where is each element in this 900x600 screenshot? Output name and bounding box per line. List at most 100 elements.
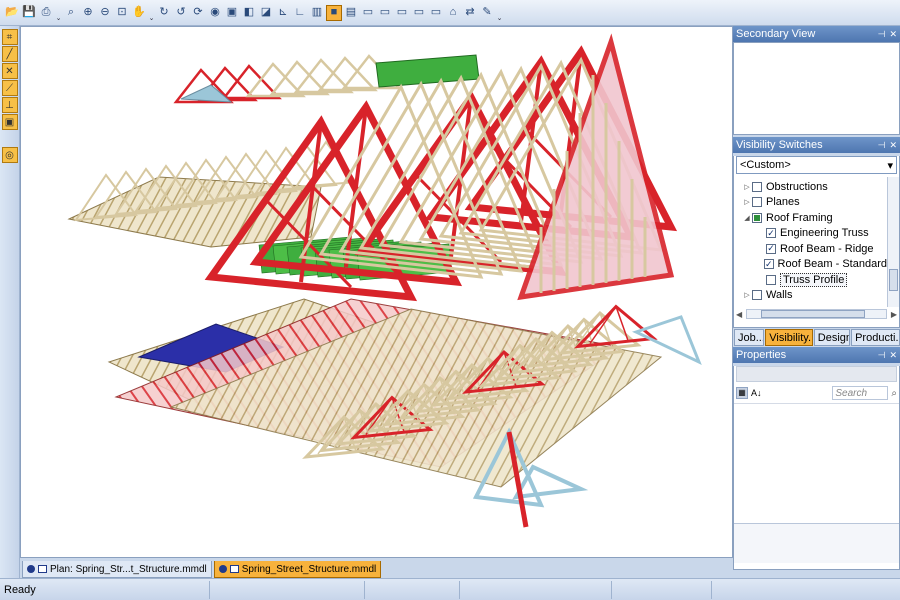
- snap-icon[interactable]: ⌗: [1, 29, 18, 45]
- note-icon[interactable]: ▭: [394, 5, 410, 21]
- truss-model-render: [67, 33, 702, 528]
- more-icon[interactable]: ⌄: [148, 4, 155, 22]
- tree-item-label: Roof Beam - Standard: [777, 258, 887, 271]
- status-cell: [365, 580, 460, 599]
- categorized-icon[interactable]: ▦: [736, 387, 748, 399]
- visibility-checkbox[interactable]: [766, 274, 776, 285]
- line-icon[interactable]: ╱: [1, 46, 18, 62]
- zoom-window-icon[interactable]: ⊡: [114, 5, 130, 21]
- tree-item[interactable]: ✓ Roof Beam - Standard: [742, 257, 887, 273]
- print-icon[interactable]: ⎙: [38, 5, 54, 21]
- tree-item[interactable]: ▷ Planes: [742, 195, 887, 211]
- visibility-preset-select[interactable]: <Custom> ▾: [736, 156, 897, 174]
- tool-strip: ⌗ ╱ ✕ ⟋ ⊥ ▣ ◎: [0, 26, 20, 578]
- properties-search-input[interactable]: Search: [832, 386, 889, 400]
- book-icon[interactable]: ▤: [343, 5, 359, 21]
- house-icon[interactable]: ⌂: [445, 5, 461, 21]
- search-icon[interactable]: ⌕: [891, 388, 897, 399]
- tree-item[interactable]: ✓ Roof Beam - Ridge: [742, 241, 887, 257]
- pin-icon[interactable]: ⊣: [878, 350, 886, 361]
- view-icon[interactable]: ◧: [241, 5, 257, 21]
- visibility-panel: <Custom> ▾ ▷ Obstructions ▷ Planes ◢ Roof Fra…: [733, 156, 900, 328]
- camera-icon[interactable]: ◉: [207, 5, 223, 21]
- visibility-checkbox[interactable]: [752, 290, 762, 301]
- rotate-icon[interactable]: ↻: [156, 5, 172, 21]
- axis-icon[interactable]: ⊾: [275, 5, 291, 21]
- paint-icon[interactable]: ✎: [479, 5, 495, 21]
- close-icon[interactable]: ✕: [889, 350, 897, 361]
- status-cell: [612, 580, 712, 599]
- tab-plan-view[interactable]: Plan: Spring_Str...t_Structure.mmdl: [22, 561, 212, 578]
- walk-icon[interactable]: ⇄: [462, 5, 478, 21]
- frame-icon[interactable]: ▣: [1, 114, 18, 130]
- close-icon[interactable]: ✕: [889, 29, 897, 40]
- close-icon[interactable]: ✕: [889, 140, 897, 151]
- wireframe-icon[interactable]: ▥: [309, 5, 325, 21]
- zoom-out-icon[interactable]: ⊖: [97, 5, 113, 21]
- visibility-checkbox[interactable]: [752, 197, 762, 208]
- tree-item[interactable]: ◢ Roof Framing: [742, 210, 887, 226]
- tree-item[interactable]: Truss Profile: [742, 272, 887, 288]
- tab-label: Plan: Spring_Str...t_Structure.mmdl: [50, 563, 207, 575]
- more-icon[interactable]: ⌄: [55, 4, 62, 22]
- property-description: [734, 523, 899, 563]
- note-icon[interactable]: ▭: [411, 5, 427, 21]
- panel-tab[interactable]: Producti...: [851, 329, 900, 346]
- zoom-in-icon[interactable]: ⊕: [80, 5, 96, 21]
- secondary-view-header: Secondary View ⊣ ✕: [733, 26, 900, 42]
- pan-icon[interactable]: ✋: [131, 5, 147, 21]
- expand-arrow-icon[interactable]: ▷: [742, 291, 752, 299]
- tree-item[interactable]: ▷ Walls: [742, 288, 887, 304]
- tree-item[interactable]: ▷ Obstructions: [742, 179, 887, 195]
- note-icon[interactable]: ▭: [428, 5, 444, 21]
- more-icon[interactable]: ⌄: [496, 4, 503, 22]
- visibility-checkbox[interactable]: ✓: [766, 243, 776, 254]
- visibility-checkbox[interactable]: [752, 181, 762, 192]
- panel-tab[interactable]: Job...: [734, 329, 765, 346]
- expand-arrow-icon[interactable]: ▷: [742, 183, 752, 191]
- open-folder-icon[interactable]: 📂: [4, 5, 20, 21]
- tab-3d-view[interactable]: Spring_Street_Structure.mmdl: [213, 561, 382, 578]
- panel-tab[interactable]: Visibility...: [765, 329, 813, 346]
- visibility-checkbox[interactable]: ✓: [766, 228, 776, 239]
- visibility-checkbox[interactable]: [752, 212, 762, 223]
- visibility-checkbox[interactable]: ✓: [764, 259, 774, 270]
- cross-icon[interactable]: ✕: [1, 63, 18, 79]
- shaded-icon[interactable]: ■: [326, 4, 342, 21]
- orbit-icon[interactable]: ⟳: [190, 5, 206, 21]
- zoom-icon[interactable]: ⌕: [63, 5, 79, 21]
- rotate-alt-icon[interactable]: ↺: [173, 5, 189, 21]
- cube-icon[interactable]: ▣: [224, 5, 240, 21]
- properties-header: Properties ⊣ ✕: [733, 347, 900, 363]
- model-icon: [229, 565, 239, 573]
- isometric-icon[interactable]: ◪: [258, 5, 274, 21]
- measure-icon[interactable]: ⟋: [1, 80, 18, 96]
- vertical-scrollbar[interactable]: [887, 177, 899, 307]
- anchor-icon[interactable]: ⊥: [1, 97, 18, 113]
- sort-icon[interactable]: A↓: [751, 388, 762, 398]
- expand-arrow-icon[interactable]: ◢: [742, 214, 752, 222]
- tape-icon[interactable]: ◎: [1, 147, 18, 163]
- scroll-right-icon[interactable]: ▶: [891, 310, 897, 319]
- tree-item-label: Engineering Truss: [780, 227, 869, 240]
- pin-icon[interactable]: ⊣: [878, 140, 886, 151]
- horizontal-scrollbar[interactable]: ◀ ▶: [734, 307, 899, 321]
- note-icon[interactable]: ▭: [360, 5, 376, 21]
- document-tabs: Plan: Spring_Str...t_Structure.mmdl Spri…: [20, 558, 733, 578]
- globe-icon: [27, 565, 35, 573]
- object-select[interactable]: [736, 366, 897, 382]
- tree-item[interactable]: ✓ Engineering Truss: [742, 226, 887, 242]
- scroll-left-icon[interactable]: ◀: [736, 310, 742, 319]
- secondary-view-area[interactable]: [733, 42, 900, 135]
- status-cell: [460, 580, 612, 599]
- visibility-header: Visibility Switches ⊣ ✕: [733, 137, 900, 153]
- tree-item-label: Walls: [766, 289, 793, 302]
- axis-alt-icon[interactable]: ∟: [292, 5, 308, 21]
- pin-icon[interactable]: ⊣: [878, 29, 886, 40]
- plan-icon: [38, 565, 47, 573]
- panel-tab[interactable]: Design: [813, 329, 851, 346]
- expand-arrow-icon[interactable]: ▷: [742, 198, 752, 206]
- note-icon[interactable]: ▭: [377, 5, 393, 21]
- save-icon[interactable]: 💾: [21, 5, 37, 21]
- 3d-viewport[interactable]: [20, 26, 733, 558]
